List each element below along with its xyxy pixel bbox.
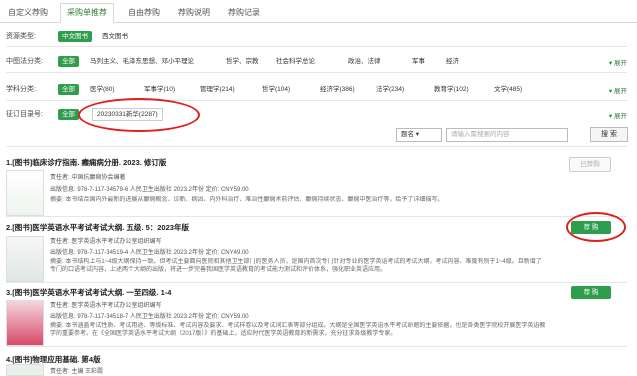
clc-expand-link[interactable]: ▾ 展开	[609, 57, 627, 67]
order-expand-link[interactable]: ▾ 展开	[609, 110, 627, 120]
book-cover-3	[6, 300, 44, 346]
order-no-label: 征订目录号:	[6, 111, 43, 118]
item-abstract-3: 摘要: 本书涵盖考试性质、考试用途、等级标准、考试内容及要求、考试样卷以及考试词…	[50, 323, 546, 337]
disc-economics[interactable]: 经济学(386)	[320, 84, 355, 95]
clc-label: 中图法分类:	[6, 58, 43, 65]
book-cover-1	[6, 170, 44, 216]
search-button[interactable]: 搜 索	[590, 127, 628, 142]
clc-marxism[interactable]: 马列主义、毛泽东思想、邓小平理论	[90, 56, 194, 67]
tab-help[interactable]: 荐购说明	[174, 5, 214, 21]
disc-military[interactable]: 军事学(10)	[144, 84, 175, 95]
clc-politics[interactable]: 政治、法律	[348, 56, 381, 67]
clc-military[interactable]: 军事	[412, 56, 425, 67]
highlight-oval	[566, 212, 626, 242]
item-author-2: 责任者: 医学英语水平考试办公室组织编写	[50, 239, 162, 245]
tab-custom[interactable]: 自定义荐购	[6, 5, 50, 21]
item-pub-3: 出版信息: 978-7-117-34518-7 人民卫生出版社 2023.2年份…	[50, 314, 249, 320]
discipline-label: 学科分类:	[6, 86, 36, 93]
clc-philosophy[interactable]: 哲学、宗教	[226, 56, 259, 67]
clc-all[interactable]: 全部	[58, 56, 79, 67]
tab-records[interactable]: 荐购记录	[224, 5, 264, 21]
divider	[6, 282, 627, 283]
divider	[6, 216, 627, 217]
disc-education[interactable]: 教育学(102)	[434, 84, 469, 95]
recommended-button-1[interactable]: 已荐购	[569, 157, 611, 172]
tab-purchase-list[interactable]: 采购单推荐	[60, 3, 114, 24]
item-author-3: 责任者: 医学英语水平考试办公室组织编写	[50, 303, 162, 309]
item-title-1[interactable]: 1.[图书]临床诊疗指南. 癫痫病分册. 2023. 修订版	[6, 157, 166, 168]
search-field-select[interactable]: 题名 ▾	[396, 128, 442, 142]
search-input[interactable]: 请输入需搜索的内容	[446, 128, 568, 142]
item-title-3[interactable]: 3.[图书]医学英语水平考试考试大纲. 一至四级. 1-4	[6, 287, 171, 298]
disc-management[interactable]: 管理学(214)	[200, 84, 235, 95]
item-pub-1: 出版信息: 978-7-117-34579-6 人民卫生出版社 2023.2年份…	[50, 187, 249, 193]
discipline-expand-link[interactable]: ▾ 展开	[609, 85, 627, 95]
divider	[6, 72, 627, 73]
book-cover-4	[6, 364, 44, 376]
disc-medicine[interactable]: 医学(80)	[90, 84, 115, 95]
disc-law[interactable]: 法学(234)	[376, 84, 404, 95]
highlight-oval	[78, 98, 200, 132]
order-all[interactable]: 全部	[58, 109, 79, 120]
tab-bar: 自定义荐购 采购单推荐 自由荐购 荐购说明 荐购记录	[0, 0, 637, 24]
item-pub-2: 出版信息: 978-7-117-34519-4 人民卫生出版社 2023.2年份…	[50, 250, 249, 256]
disc-literature[interactable]: 文学(485)	[494, 84, 522, 95]
item-abstract-1: 摘要: 本书结合国内外最新的进展从癫痫概念、诊断、病因、内外科治疗、难治性癫痫术…	[50, 197, 444, 203]
clc-social[interactable]: 社会科学总论	[276, 56, 315, 67]
chip-chinese-books[interactable]: 中文图书	[58, 31, 92, 42]
item-abstract-2: 摘要: 本书结构上与1~4级大纲保持一致。但考试主要面向医院和其他卫生部门的医务…	[50, 259, 542, 273]
chip-western-books[interactable]: 西文图书	[102, 31, 128, 42]
disc-philosophy[interactable]: 哲学(104)	[262, 84, 290, 95]
book-cover-2	[6, 236, 44, 282]
disc-all[interactable]: 全部	[58, 84, 79, 95]
item-title-2[interactable]: 2.[图书]医学英语水平考试考试大纲. 五级. 5：2023年版	[6, 222, 189, 233]
item-author-1: 责任者: 中国抗癫痫协会编著	[50, 175, 126, 181]
divider	[6, 46, 627, 47]
resource-type-label: 资源类型:	[6, 33, 36, 40]
divider	[6, 146, 627, 147]
recommend-button-3[interactable]: 荐 购	[571, 286, 611, 299]
divider	[6, 346, 627, 347]
tab-free[interactable]: 自由荐购	[124, 5, 164, 21]
divider	[6, 100, 627, 101]
clc-economy[interactable]: 经济	[446, 56, 459, 67]
